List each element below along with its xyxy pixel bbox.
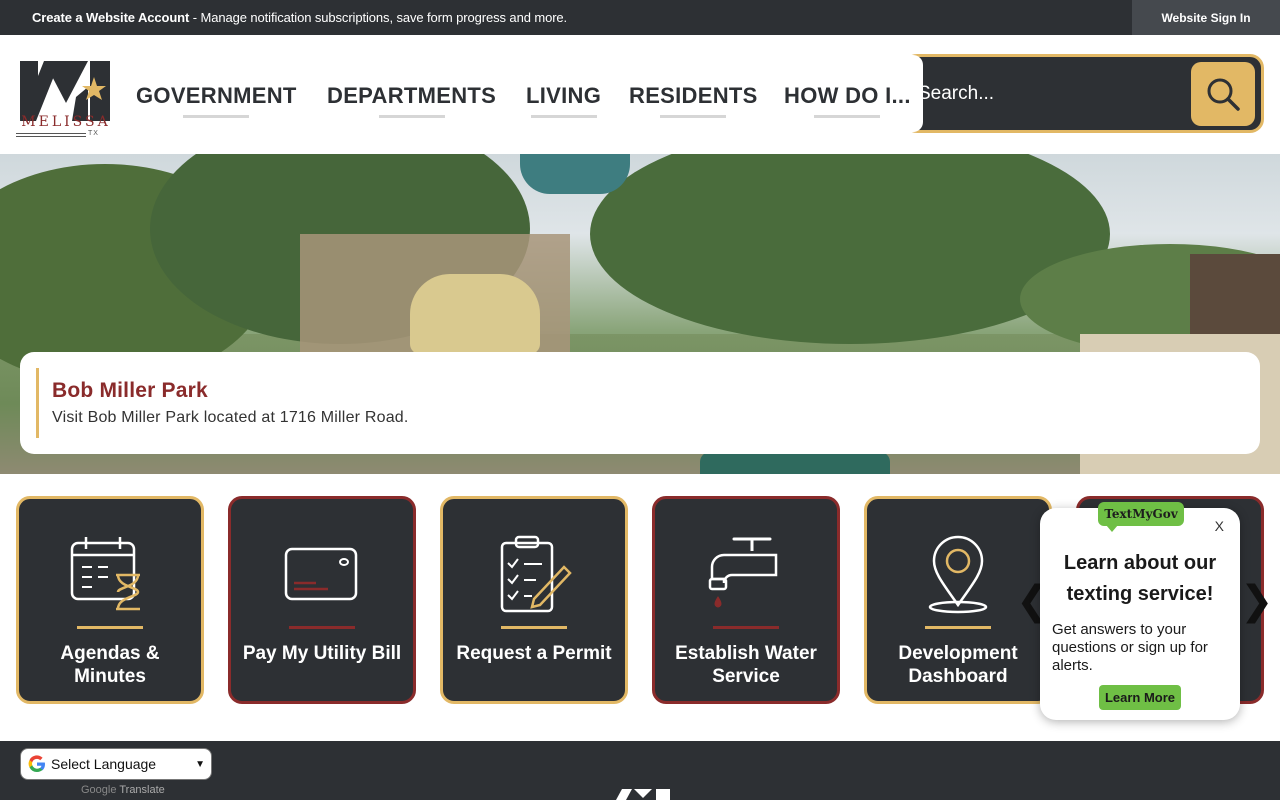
- nav-departments[interactable]: DEPARTMENTS: [327, 83, 497, 118]
- nav-underline: [660, 115, 727, 118]
- quick-link-label: Development Dashboard: [898, 643, 1018, 687]
- quick-link-agendas[interactable]: Agendas & Minutes: [16, 496, 204, 704]
- nav-label: DEPARTMENTS: [327, 83, 497, 108]
- search-button[interactable]: [1191, 62, 1255, 126]
- sign-in-button[interactable]: Website Sign In: [1132, 0, 1280, 35]
- badge-tail: [1106, 525, 1118, 532]
- nav-label: HOW DO I...: [784, 83, 911, 108]
- main-nav: GOVERNMENT DEPARTMENTS LIVING RESIDENTS …: [120, 55, 923, 132]
- hero-caption: Bob Miller Park Visit Bob Miller Park lo…: [20, 352, 1260, 454]
- nav-underline: [378, 115, 445, 118]
- textmygov-badge: TextMyGov: [1098, 502, 1184, 526]
- texting-popup: TextMyGov X Learn about our texting serv…: [1040, 502, 1240, 720]
- chevron-down-icon: ▼: [195, 759, 205, 770]
- nav-label: GOVERNMENT: [136, 83, 297, 108]
- nav-government[interactable]: GOVERNMENT: [136, 83, 297, 118]
- nav-residents[interactable]: RESIDENTS: [629, 83, 758, 118]
- nav-underline: [814, 115, 881, 118]
- quick-link-label: Pay My Utility Bill: [242, 643, 402, 664]
- map-pin-icon: [928, 535, 988, 614]
- card-rule: [501, 626, 567, 629]
- translate-link[interactable]: Translate: [119, 784, 164, 796]
- hero-bench: [700, 452, 890, 474]
- nav-how-do-i[interactable]: HOW DO I...: [784, 83, 911, 118]
- language-select[interactable]: Select Language ▼: [20, 748, 212, 780]
- language-label: Select Language: [51, 756, 157, 772]
- google-g-icon: [28, 755, 45, 773]
- search-icon: [1207, 78, 1240, 111]
- caption-title[interactable]: Bob Miller Park: [52, 379, 208, 403]
- top-bar: Create a Website Account - Manage notifi…: [0, 0, 1280, 35]
- card-rule: [77, 626, 143, 629]
- site-header: MELISSA TX GOVERNMENT DEPARTMENTS LIVING…: [0, 35, 1280, 154]
- nav-underline: [183, 115, 250, 118]
- water-faucet-icon: [708, 537, 778, 608]
- site-footer: Select Language ▼ Google Translate: [0, 741, 1280, 800]
- learn-more-button[interactable]: Learn More: [1099, 685, 1181, 710]
- card-rule: [925, 626, 991, 629]
- account-message: Create a Website Account - Manage notifi…: [32, 10, 567, 25]
- logo-state: TX: [88, 130, 99, 137]
- quick-link-water-service[interactable]: Establish Water Service: [652, 496, 840, 704]
- caption-description: Visit Bob Miller Park located at 1716 Mi…: [52, 409, 409, 426]
- search-box: [903, 54, 1264, 133]
- card-rule: [289, 626, 355, 629]
- footer-logo-icon: [616, 789, 670, 800]
- create-account-link[interactable]: Create a Website Account: [32, 10, 189, 25]
- powered-by-google: Google Translate: [81, 784, 165, 796]
- credit-card-icon: [284, 547, 358, 601]
- close-popup-button[interactable]: X: [1215, 518, 1224, 534]
- quick-link-permit[interactable]: Request a Permit: [440, 496, 628, 704]
- quick-link-label: Establish Water Service: [675, 643, 817, 687]
- hero-house: [1190, 254, 1280, 334]
- nav-label: RESIDENTS: [629, 83, 758, 108]
- google-label: Google: [81, 784, 117, 796]
- calendar-hourglass-icon: [70, 537, 140, 611]
- quick-link-utility-bill[interactable]: Pay My Utility Bill: [228, 496, 416, 704]
- carousel-next-arrow[interactable]: ❯: [1240, 578, 1274, 624]
- hero-playground-canopy: [520, 154, 630, 194]
- clipboard-pencil-icon: [500, 535, 572, 613]
- popup-body: Get answers to your questions or sign up…: [1052, 621, 1208, 674]
- card-rule: [713, 626, 779, 629]
- nav-label: LIVING: [526, 83, 602, 108]
- logo-name: MELISSA: [21, 114, 111, 130]
- quick-link-label: Agendas & Minutes: [60, 643, 160, 687]
- popup-heading: Learn about our texting service!: [1063, 552, 1217, 605]
- hero-slide: [410, 274, 540, 354]
- logo-lines: [16, 131, 86, 137]
- nav-living[interactable]: LIVING: [526, 83, 602, 118]
- nav-underline: [530, 115, 597, 118]
- caption-accent-bar: [36, 368, 39, 438]
- quick-link-label: Request a Permit: [456, 643, 612, 664]
- account-message-text: - Manage notification subscriptions, sav…: [189, 10, 568, 25]
- search-input[interactable]: [918, 79, 1168, 109]
